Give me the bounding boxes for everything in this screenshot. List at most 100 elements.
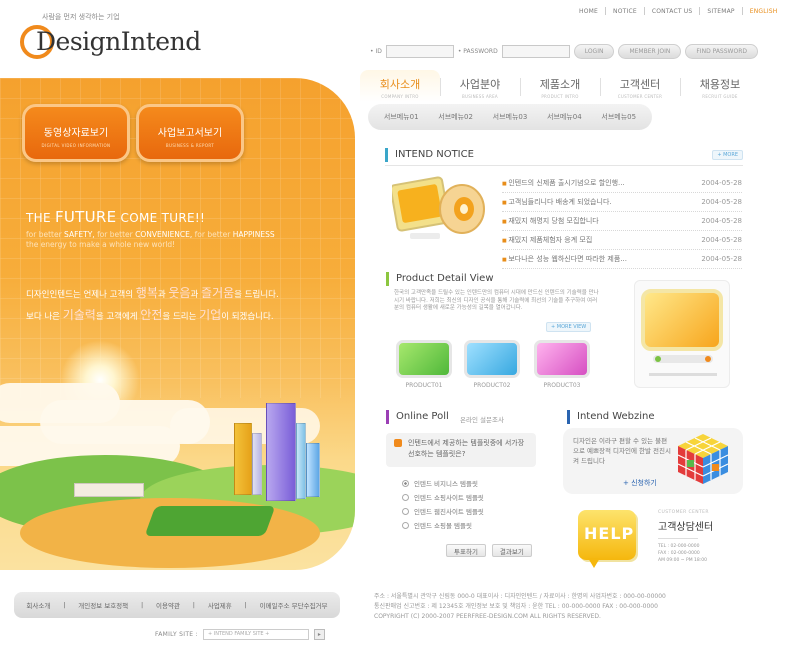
list-item[interactable]: 재밌지 해명지 당첨 모집합니다 2004-05-28 — [502, 212, 742, 231]
menu-customer[interactable]: 고객센터 CUSTOMER CENTER — [600, 70, 680, 102]
video-button-label: 동영상자료보기 — [43, 128, 109, 139]
notice-item-date: 2004-05-28 — [701, 217, 742, 225]
login-button[interactable]: LOGIN — [573, 44, 615, 59]
webzine-apply-link[interactable]: + 신청하기 — [623, 478, 657, 488]
footer-link-company[interactable]: 회사소개 — [26, 600, 50, 610]
notice-item-date: 2004-05-28 — [701, 255, 742, 263]
nav-sitemap-link[interactable]: SITEMAP — [700, 8, 741, 15]
footer-registration: 통신판매업 신고번호 : 제 12345호 개인정보 보호 및 책임자 : 윤한… — [374, 603, 658, 610]
footer-link-privacy[interactable]: 개인정보 보호정책 — [78, 600, 128, 610]
list-item[interactable]: 보다나은 성능 웹하신다면 따라한 제품... 2004-05-28 — [502, 250, 742, 269]
notice-item-date: 2004-05-28 — [701, 198, 742, 206]
results-button[interactable]: 결과보기 — [491, 544, 532, 557]
report-button[interactable]: 사업보고서보기 BUSINESS & REPORT — [136, 104, 244, 162]
footer-divider: | — [244, 601, 247, 609]
product-description: 한국의 고객만족을 드릴수 있는 인텐드만의 컴퓨터 시대에 만드신 인텐드의 … — [394, 290, 599, 311]
submenu-item-01[interactable]: 서브메뉴01 — [384, 112, 419, 122]
footer-link-email-refusal[interactable]: 이메일주소 무단수집거부 — [260, 600, 328, 610]
list-item[interactable]: 인텐드의 신제품 출시기념으로 할인행... 2004-05-28 — [502, 174, 742, 193]
product-label-03[interactable]: PRODUCT03 — [532, 382, 592, 389]
poll-option[interactable]: 인텐드 쇼핑사이트 템플릿 — [402, 490, 484, 504]
led-icon — [705, 356, 711, 362]
submenu-item-04[interactable]: 서브메뉴04 — [547, 112, 582, 122]
submenu-item-02[interactable]: 서브메뉴02 — [438, 112, 473, 122]
list-item[interactable]: 재밌지 제품체험자 응계 모집 2004-05-28 — [502, 231, 742, 250]
footer-link-terms[interactable]: 이용약관 — [156, 600, 180, 610]
video-button[interactable]: 동영상자료보기 DIGITAL VIDEO INFORMATION — [22, 104, 130, 162]
product-label-02[interactable]: PRODUCT02 — [462, 382, 522, 389]
kr-text: 보다 나은 — [26, 312, 60, 322]
building-illustration — [296, 423, 306, 499]
town-illustration — [74, 483, 144, 497]
footer-copyright: COPYRIGHT (C) 2000-2007 PEERFREE-DESIGN.… — [374, 613, 601, 620]
poll-option-label: 인텐드 비지니스 템플릿 — [414, 480, 478, 488]
nav-contact-link[interactable]: CONTACT US — [645, 8, 700, 15]
menu-label: 고객센터 — [619, 78, 661, 91]
notice-title: INTEND NOTICE — [395, 149, 474, 160]
menu-business[interactable]: 사업분야 BUSINESS AREA — [440, 70, 520, 102]
family-site-select[interactable]: + INTEND FAMILY SITE + — [202, 629, 309, 640]
product-thumb-01[interactable] — [396, 340, 452, 378]
poll-option[interactable]: 인텐드 쇼핑몰 템플릿 — [402, 518, 484, 532]
password-label: • PASSWORD — [457, 48, 498, 55]
list-item[interactable]: 고객님들리니다 배송계 되었습니다. 2004-05-28 — [502, 193, 742, 212]
monitor-speaker-illustration — [392, 176, 485, 239]
submenu-item-05[interactable]: 서브메뉴05 — [601, 112, 636, 122]
video-button-sublabel: DIGITAL VIDEO INFORMATION — [41, 143, 111, 148]
go-button[interactable]: ▸ — [313, 629, 325, 640]
product-more-button[interactable]: + MORE VIEW — [546, 322, 592, 332]
poll-option[interactable]: 인텐드 비지니스 템플릿 — [402, 476, 484, 490]
hero-en-highlight: CONVENIENCE, — [135, 230, 193, 239]
nav-english-link[interactable]: ENGLISH — [743, 8, 785, 15]
customer-contact: TEL : 02-000-0000 FAX : 02-000-0000 AM 0… — [658, 543, 707, 564]
notice-header: INTEND NOTICE + MORE — [385, 146, 743, 166]
nav-notice-link[interactable]: NOTICE — [606, 8, 644, 15]
product-thumb-03[interactable] — [534, 340, 590, 378]
poll-question: 인텐드에서 제공하는 템플릿중에 서가장 선호하는 템플릿은? — [386, 433, 536, 467]
section-bar — [386, 272, 389, 286]
customer-title: 고객상담센터 — [658, 522, 714, 533]
hero-headline-pre: THE — [26, 211, 51, 225]
product-thumb-02[interactable] — [464, 340, 520, 378]
featured-product-screen — [641, 289, 723, 351]
menu-recruit[interactable]: 채용정보 RECRUIT GUIDE — [680, 70, 760, 102]
kr-highlight: 안전 — [140, 308, 163, 322]
customer-sublabel: CUSTOMER CENTER — [658, 510, 709, 515]
poll-option-label: 인텐드 쇼핑사이트 템플릿 — [414, 494, 484, 502]
product-label-01[interactable]: PRODUCT01 — [394, 382, 454, 389]
menu-company[interactable]: 회사소개 COMPANY INTRO — [360, 70, 440, 102]
member-join-button[interactable]: MEMBER JOIN — [618, 44, 682, 59]
question-icon — [394, 439, 402, 447]
featured-product[interactable] — [634, 280, 730, 388]
building-illustration — [234, 423, 252, 495]
nav-home-link[interactable]: HOME — [572, 8, 605, 15]
poll-title: Online Poll — [396, 411, 449, 422]
radio-button[interactable] — [402, 521, 409, 529]
help-bubble[interactable]: HELP — [578, 510, 636, 568]
poll-option[interactable]: 인텐드 웹진사이트 템플릿 — [402, 504, 484, 518]
hero-en-highlight: HAPPINESS — [232, 230, 275, 239]
menu-product[interactable]: 제품소개 PRODUCT INTRO — [520, 70, 600, 102]
id-input[interactable] — [385, 45, 454, 58]
menu-label: 제품소개 — [539, 78, 581, 91]
find-password-button[interactable]: FIND PASSWORD — [685, 44, 758, 59]
notice-more-button[interactable]: + MORE — [712, 150, 743, 160]
utility-nav: HOME NOTICE CONTACT US SITEMAP ENGLISH — [572, 4, 785, 18]
hero-headline-main: FUTURE — [54, 208, 117, 226]
sub-menu: 서브메뉴01 서브메뉴02 서브메뉴03 서브메뉴04 서브메뉴05 — [368, 104, 652, 130]
hero-en-text: for better — [97, 230, 133, 239]
webzine-text: 디자인은 이라구 편할 수 있는 불편으로 예쁘장적 디자인에 한발 전진시켜 … — [573, 437, 671, 465]
vote-button[interactable]: 투표하기 — [446, 544, 486, 557]
hero-en-highlight: SAFETY, — [64, 230, 95, 239]
kr-highlight: 기술력 — [62, 308, 96, 322]
kr-text: 을 드리는 — [162, 312, 197, 322]
submenu-item-03[interactable]: 서브메뉴03 — [493, 112, 528, 122]
password-input[interactable] — [501, 45, 570, 58]
notice-item-date: 2004-05-28 — [701, 236, 742, 244]
radio-button[interactable] — [402, 479, 409, 487]
customer-fax: FAX : 02-000-0000 — [658, 551, 700, 556]
radio-button[interactable] — [402, 507, 409, 515]
logo[interactable]: DesignIntend — [36, 27, 201, 56]
footer-link-partnership[interactable]: 사업제휴 — [208, 600, 232, 610]
radio-button[interactable] — [402, 493, 409, 501]
